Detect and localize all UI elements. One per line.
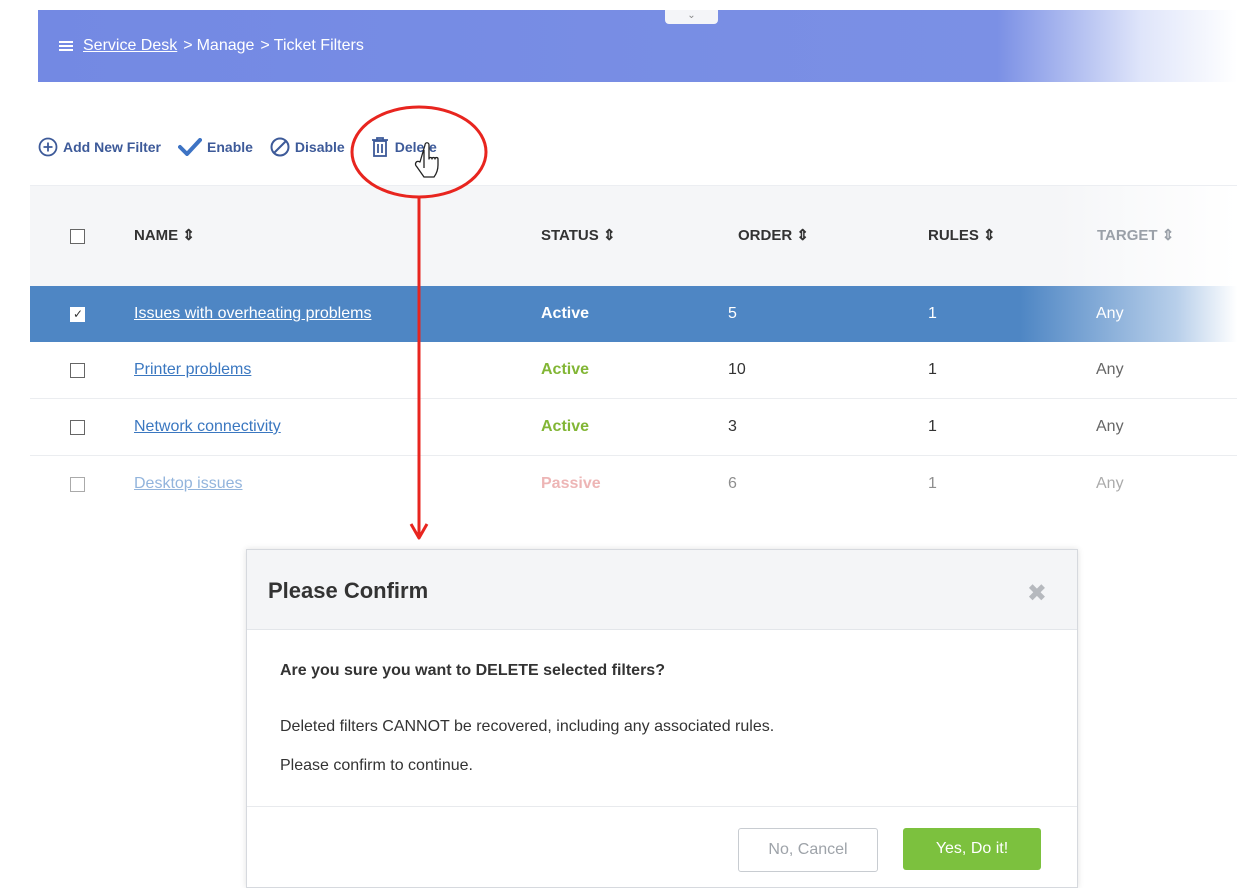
target-value: Any	[1096, 361, 1124, 378]
row-checkbox[interactable]: ✓	[70, 307, 85, 322]
column-name[interactable]: NAME ⇕	[134, 186, 195, 286]
order-value: 10	[728, 361, 746, 378]
breadcrumb-separator: >	[260, 37, 270, 54]
toolbar: Add New Filter Enable Disable Delete	[38, 135, 454, 159]
dialog-divider	[247, 806, 1077, 807]
target-value: Any	[1096, 418, 1124, 435]
collapse-header-toggle[interactable]: ⌄	[665, 10, 718, 24]
row-checkbox[interactable]	[70, 477, 85, 492]
chevron-down-icon: ⌄	[687, 10, 696, 21]
breadcrumb-service-desk[interactable]: Service Desk	[83, 37, 177, 55]
rules-value: 1	[928, 305, 937, 322]
disable-icon	[270, 137, 290, 157]
filters-table: NAME ⇕ STATUS ⇕ ORDER ⇕ RULES ⇕ TARGET ⇕…	[30, 185, 1237, 515]
confirm-dialog: Please Confirm ✖ Are you sure you want t…	[246, 549, 1078, 888]
table-row[interactable]: Network connectivity Active 3 1 Any	[30, 399, 1237, 456]
filter-name-link[interactable]: Issues with overheating problems	[134, 305, 371, 322]
row-checkbox[interactable]	[70, 420, 85, 435]
table-row[interactable]: Printer problems Active 10 1 Any	[30, 342, 1237, 399]
row-checkbox[interactable]	[70, 363, 85, 378]
status-badge: Active	[541, 418, 590, 435]
filter-name-link[interactable]: Network connectivity	[134, 418, 281, 435]
dialog-instruction: Please confirm to continue.	[280, 757, 473, 774]
add-circle-icon	[38, 137, 58, 157]
column-order[interactable]: ORDER ⇕	[738, 186, 809, 286]
filter-name-link[interactable]: Printer problems	[134, 361, 251, 378]
check-icon	[178, 138, 203, 156]
trash-icon	[371, 137, 388, 157]
enable-button[interactable]: Enable	[178, 138, 253, 156]
column-rules[interactable]: RULES ⇕	[928, 186, 996, 286]
status-badge: Active	[541, 361, 590, 378]
breadcrumb: Service Desk > Manage > Ticket Filters	[59, 37, 364, 55]
add-new-filter-label: Add New Filter	[63, 139, 162, 155]
confirm-button[interactable]: Yes, Do it!	[903, 828, 1041, 870]
filter-name-link[interactable]: Desktop issues	[134, 475, 243, 492]
dialog-question: Are you sure you want to DELETE selected…	[280, 662, 665, 679]
rules-value: 1	[928, 361, 937, 378]
disable-button[interactable]: Disable	[270, 137, 345, 157]
dialog-header: Please Confirm ✖	[247, 550, 1077, 630]
breadcrumb-separator: >	[183, 37, 193, 54]
menu-icon[interactable]	[59, 39, 73, 53]
enable-label: Enable	[207, 139, 253, 155]
target-value: Any	[1096, 305, 1124, 322]
table-header: NAME ⇕ STATUS ⇕ ORDER ⇕ RULES ⇕ TARGET ⇕	[30, 185, 1237, 286]
breadcrumb-ticket-filters: Ticket Filters	[273, 37, 364, 54]
column-target[interactable]: TARGET ⇕	[1097, 186, 1174, 286]
delete-label: Delete	[394, 139, 437, 155]
dialog-title: Please Confirm	[268, 578, 429, 603]
disable-label: Disable	[294, 139, 345, 155]
delete-button[interactable]: Delete	[370, 136, 437, 158]
breadcrumb-manage: Manage	[196, 37, 255, 54]
status-badge: Active	[541, 305, 590, 322]
add-new-filter-button[interactable]: Add New Filter	[38, 137, 161, 157]
order-value: 5	[728, 305, 737, 322]
table-row[interactable]: ✓ Issues with overheating problems Activ…	[30, 286, 1237, 342]
cancel-button[interactable]: No, Cancel	[738, 828, 878, 872]
close-icon[interactable]: ✖	[1027, 582, 1047, 606]
select-all-checkbox[interactable]	[70, 229, 85, 244]
order-value: 3	[728, 418, 737, 435]
rules-value: 1	[928, 418, 937, 435]
dialog-warning: Deleted filters CANNOT be recovered, inc…	[280, 718, 775, 735]
column-status[interactable]: STATUS ⇕	[541, 186, 616, 286]
check-icon: ✓	[73, 307, 84, 321]
table-fade	[0, 500, 1237, 530]
